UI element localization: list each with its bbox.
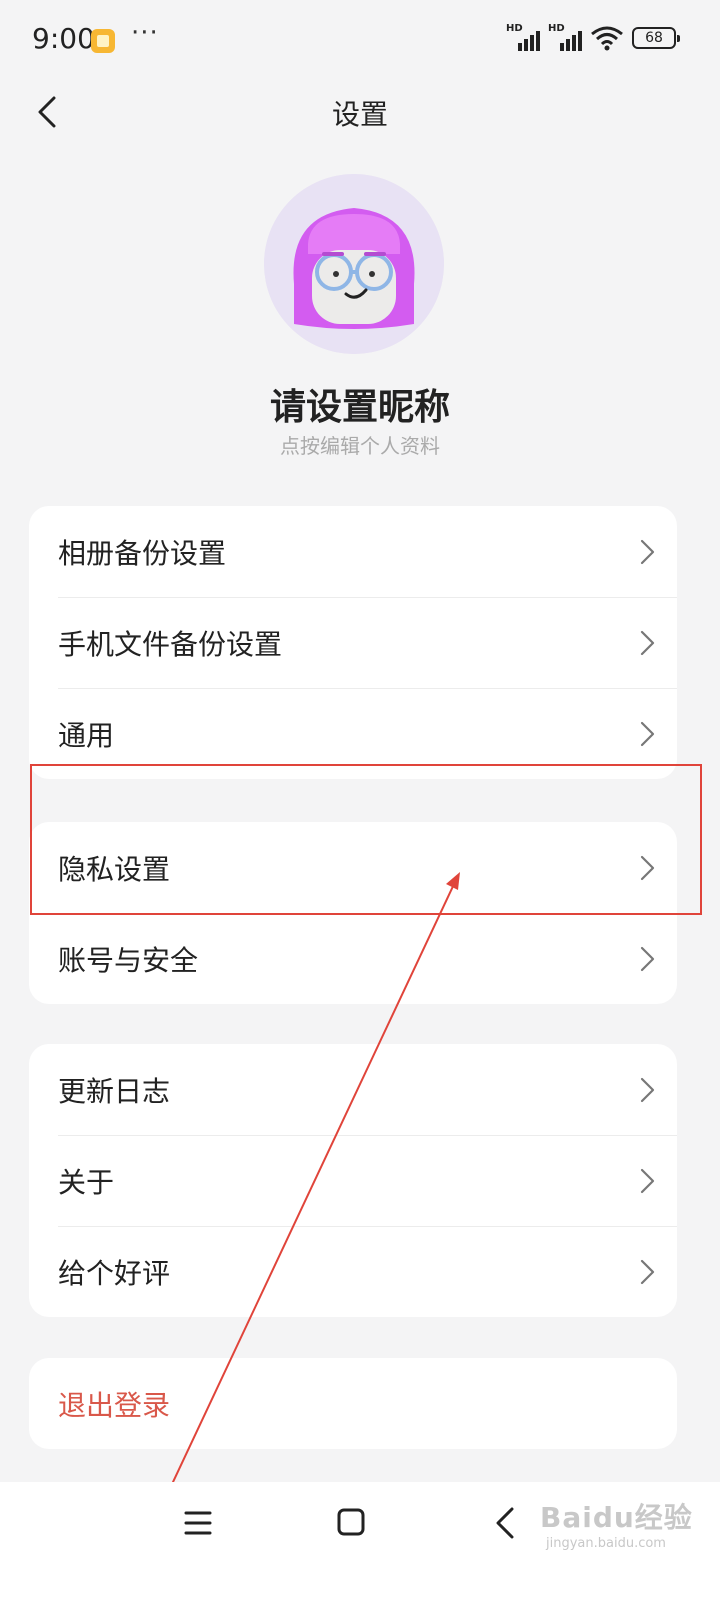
system-back-icon[interactable]: [494, 1506, 516, 1540]
logout-button[interactable]: 退出登录: [29, 1358, 677, 1449]
logout-label: 退出登录: [58, 1388, 171, 1422]
chevron-right-icon: [640, 539, 655, 565]
chevron-right-icon: [640, 1259, 655, 1285]
settings-item-album-backup[interactable]: 相册备份设置: [29, 506, 677, 597]
annotation-highlight-box: [30, 764, 702, 915]
page-title: 设置: [331, 98, 388, 131]
more-notifications-icon: ···: [131, 18, 159, 48]
battery-level: 68: [645, 30, 663, 46]
avatar[interactable]: [264, 174, 444, 354]
nickname[interactable]: 请设置昵称: [0, 378, 720, 430]
settings-item-label: 更新日志: [58, 1074, 171, 1108]
chevron-right-icon: [640, 630, 655, 656]
settings-item-file-backup[interactable]: 手机文件备份设置: [29, 597, 677, 688]
battery-icon: 68: [632, 27, 680, 49]
settings-item-about[interactable]: 关于: [29, 1135, 677, 1226]
settings-item-label: 关于: [58, 1165, 115, 1199]
chevron-right-icon: [640, 1077, 655, 1103]
logout-card: 退出登录: [29, 1358, 677, 1449]
cellular-signal-icon: HD: [506, 23, 540, 51]
status-bar: 9:00 ··· HD HD 68: [0, 0, 720, 80]
settings-item-changelog[interactable]: 更新日志: [29, 1044, 677, 1135]
recent-apps-icon[interactable]: [184, 1510, 212, 1536]
settings-group-1: 相册备份设置 手机文件备份设置 通用: [29, 506, 677, 779]
chevron-right-icon: [640, 1168, 655, 1194]
status-time: 9:00: [32, 22, 95, 55]
settings-item-rate-app[interactable]: 给个好评: [29, 1226, 677, 1317]
wifi-icon: [591, 26, 623, 51]
chevron-right-icon: [640, 946, 655, 972]
system-nav-bar: Baidu经验 jingyan.baidu.com: [0, 1482, 720, 1600]
chevron-right-icon: [640, 721, 655, 747]
avatar-character-icon: [264, 174, 444, 354]
settings-item-label: 相册备份设置: [58, 536, 227, 570]
nav-header: 设置: [0, 80, 720, 140]
settings-item-label: 通用: [58, 718, 115, 752]
cellular-signal-icon-2: HD: [548, 23, 582, 51]
profile-hint: 点按编辑个人资料: [280, 434, 440, 458]
notification-app-icon: [91, 29, 115, 53]
settings-item-label: 给个好评: [58, 1256, 171, 1290]
settings-group-3: 更新日志 关于 给个好评: [29, 1044, 677, 1317]
settings-item-account-security[interactable]: 账号与安全: [29, 913, 677, 1004]
settings-item-label: 账号与安全: [58, 943, 199, 977]
watermark-url: jingyan.baidu.com: [546, 1536, 666, 1551]
home-icon[interactable]: [337, 1508, 365, 1536]
status-icons: HD HD 68: [506, 23, 680, 51]
settings-item-label: 手机文件备份设置: [58, 627, 283, 661]
watermark-logo: Baidu经验: [540, 1501, 693, 1534]
